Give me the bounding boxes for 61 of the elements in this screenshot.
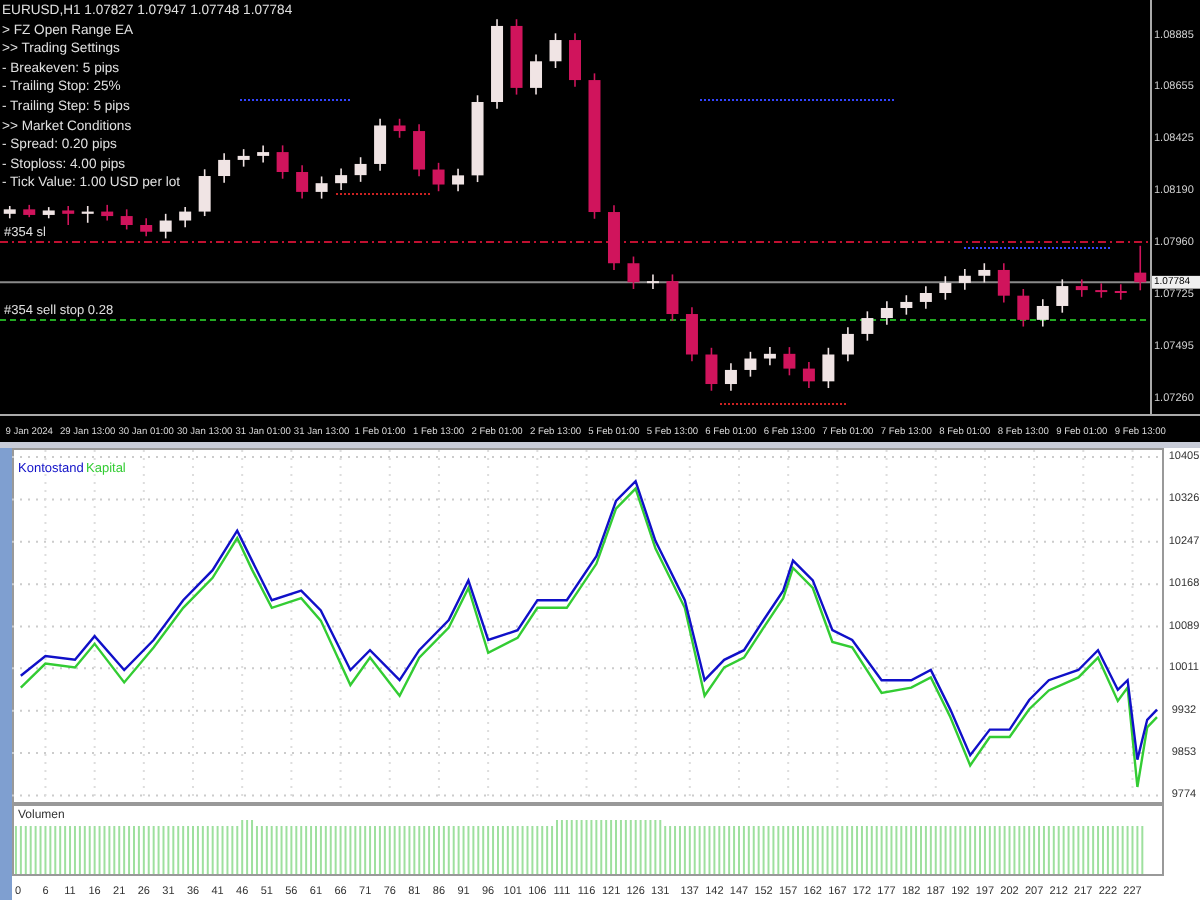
candle (822, 347, 835, 389)
candle (549, 32, 562, 69)
candle (237, 148, 250, 168)
candle (218, 152, 231, 184)
candle (705, 347, 718, 392)
candle (140, 217, 153, 237)
candle (471, 94, 484, 183)
candle (276, 144, 289, 180)
trade-line (719, 403, 847, 405)
candle (3, 205, 16, 220)
candle (393, 117, 406, 139)
candle (354, 156, 367, 183)
candle (42, 206, 55, 220)
candle (491, 18, 504, 110)
candle (627, 255, 640, 290)
candle (62, 205, 75, 226)
candle (1017, 288, 1030, 328)
candle (510, 18, 523, 96)
candle (978, 262, 991, 284)
candle (958, 268, 971, 291)
candle (569, 32, 581, 88)
candle (685, 306, 698, 363)
candle (997, 262, 1010, 304)
candle (23, 204, 36, 218)
candle (198, 168, 211, 217)
trade-line (335, 193, 431, 195)
candle (744, 351, 757, 378)
candle (1134, 245, 1147, 292)
candle (919, 285, 932, 310)
candle (315, 175, 328, 200)
candle (1114, 283, 1127, 301)
candle (159, 213, 172, 240)
candle (1075, 278, 1088, 298)
candle (763, 346, 776, 367)
candle (608, 204, 620, 271)
candle (413, 123, 426, 178)
candle (666, 273, 679, 322)
candle (646, 273, 659, 290)
candle (939, 275, 952, 301)
candle (530, 53, 542, 96)
candle (861, 310, 874, 342)
candle (432, 162, 445, 193)
candle (374, 117, 387, 172)
candle (841, 326, 854, 363)
candle (802, 361, 815, 389)
candle (880, 300, 893, 326)
candle (296, 164, 309, 200)
candle (1056, 278, 1069, 314)
trade-line (239, 99, 351, 101)
candle (1095, 282, 1108, 299)
candle (120, 208, 133, 231)
candle (724, 362, 737, 392)
candle (783, 346, 796, 377)
candle (900, 294, 913, 316)
candle (1036, 298, 1049, 328)
candle (335, 167, 348, 191)
candle (452, 167, 465, 193)
candle (81, 205, 94, 224)
candle (101, 204, 114, 222)
candle (257, 144, 270, 164)
candle (179, 206, 192, 229)
